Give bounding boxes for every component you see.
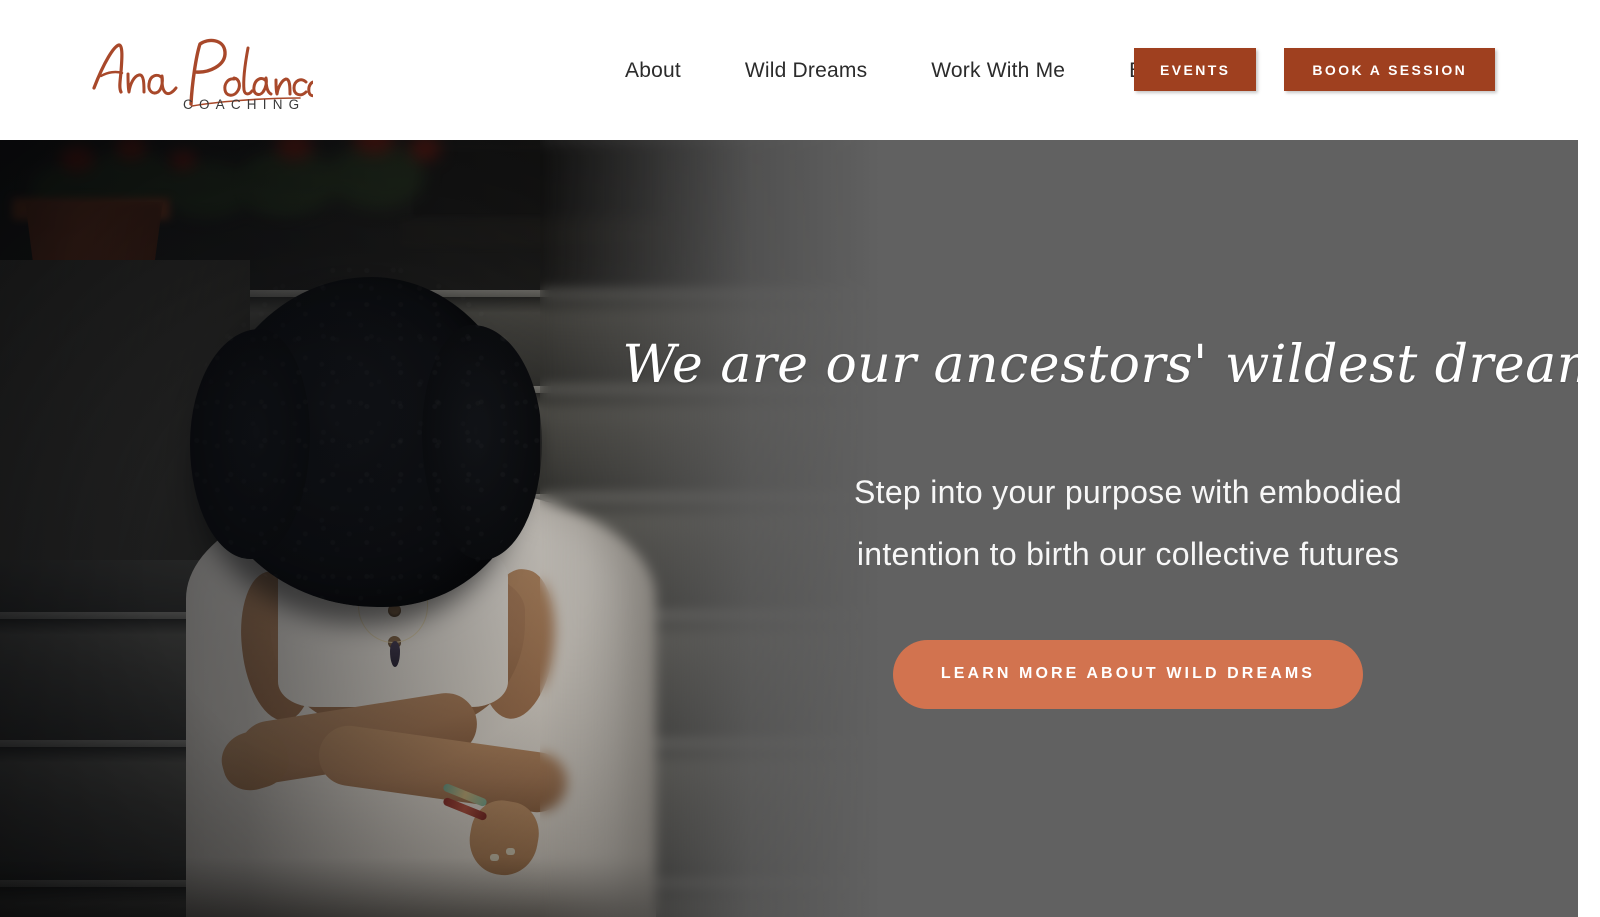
hero-section: We are our ancestors' wildest dreams Ste… — [0, 140, 1578, 917]
nav-item-work-with-me[interactable]: Work With Me — [899, 60, 1097, 81]
book-a-session-button[interactable]: BOOK A SESSION — [1284, 48, 1496, 91]
learn-more-about-wild-dreams-button[interactable]: LEARN MORE ABOUT WILD DREAMS — [892, 639, 1364, 709]
events-button[interactable]: EVENTS — [1134, 48, 1257, 91]
page-right-gutter — [1578, 0, 1600, 917]
nav-item-wild-dreams[interactable]: Wild Dreams — [713, 60, 899, 81]
main-navigation: About Wild Dreams Work With Me Blog — [625, 0, 1204, 140]
hero-subheadline: Step into your purpose with embodied int… — [853, 473, 1403, 573]
header-action-buttons: EVENTS BOOK A SESSION — [1134, 48, 1496, 91]
photo-scene — [0, 140, 880, 917]
site-header: COACHING About Wild Dreams Work With Me … — [0, 0, 1578, 140]
nav-item-about[interactable]: About — [625, 60, 713, 81]
hero-photograph — [0, 140, 880, 917]
brand-tagline: COACHING — [183, 97, 306, 112]
page-root: COACHING About Wild Dreams Work With Me … — [0, 0, 1600, 917]
brand-logo[interactable]: COACHING — [88, 26, 313, 114]
hero-content: We are our ancestors' wildest dreams Ste… — [622, 140, 1578, 917]
hero-headline: We are our ancestors' wildest dreams — [622, 335, 1578, 396]
